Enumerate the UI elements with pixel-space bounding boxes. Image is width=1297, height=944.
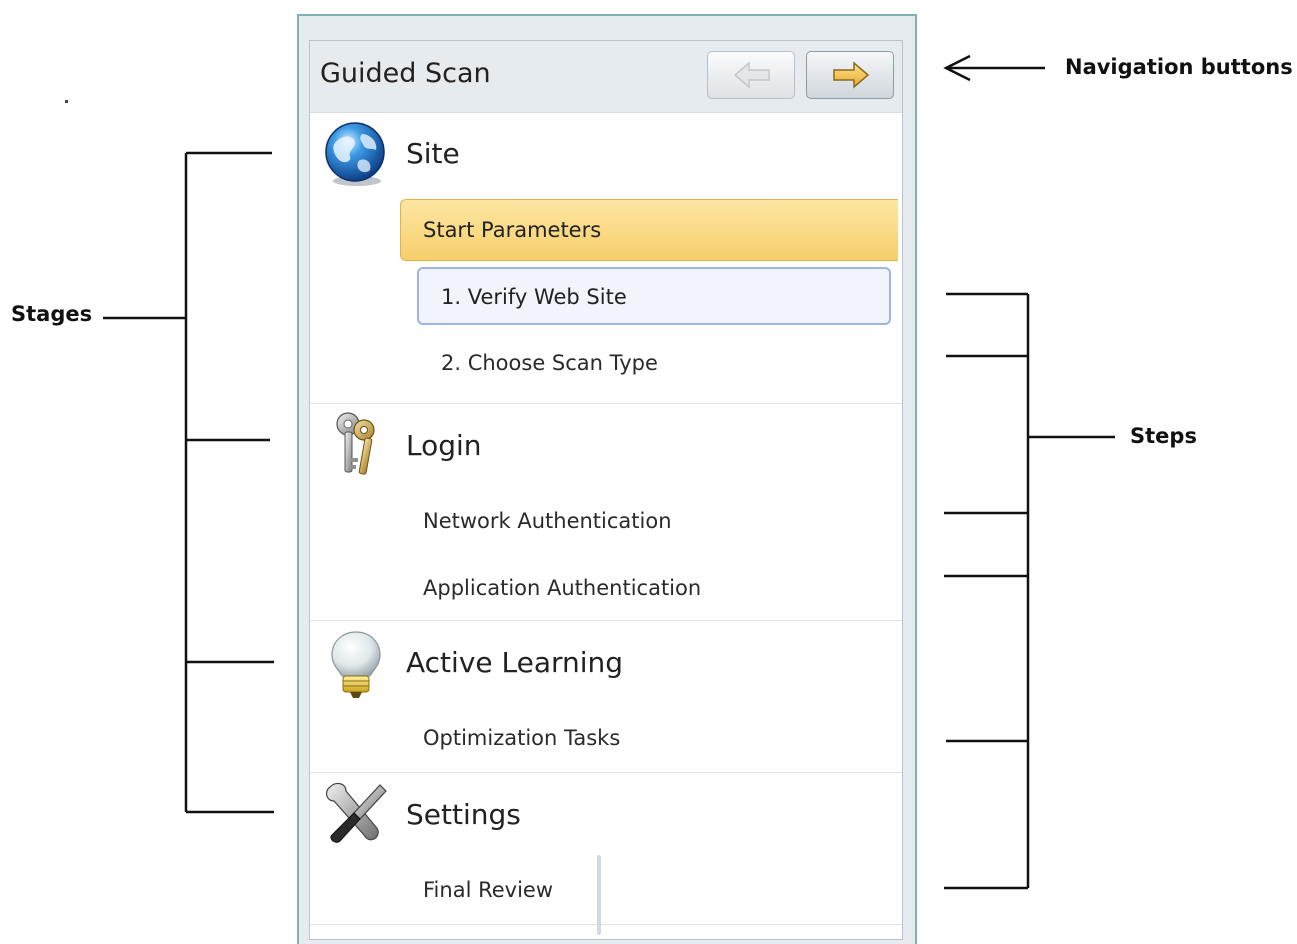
panel-title: Guided Scan (320, 58, 491, 89)
step-label: 1. Verify Web Site (441, 285, 627, 309)
forward-button[interactable] (806, 51, 894, 99)
panel-header: Guided Scan (310, 41, 902, 113)
lightbulb-icon (331, 631, 381, 698)
stage-settings: Settings Final Review (310, 772, 902, 925)
stages-annotation-label: Stages (11, 302, 93, 326)
step-optimization-tasks[interactable]: Optimization Tasks (423, 726, 620, 750)
stage-site: Site Start Parameters 1. Verify Web Site… (310, 113, 902, 404)
stage-label-site: Site (406, 137, 460, 170)
keys-icon (336, 412, 375, 475)
stage-label-settings: Settings (406, 798, 521, 831)
step-network-authentication[interactable]: Network Authentication (423, 509, 672, 533)
stage-label-login: Login (406, 429, 482, 462)
tools-icon (325, 782, 387, 843)
step-label: Start Parameters (423, 218, 602, 242)
stage-active-learning: Active Learning Optimization Tasks (310, 620, 902, 773)
step-start-parameters[interactable]: Start Parameters (400, 199, 898, 261)
guided-scan-panel: Guided Scan Site Start Parameters 1. Ver… (309, 40, 903, 940)
navigation-annotation-label: Navigation buttons (1065, 55, 1293, 79)
stage-login: Login Network Authentication Application… (310, 403, 902, 621)
step-final-review[interactable]: Final Review (423, 878, 553, 902)
stage-label-active-learning: Active Learning (406, 646, 624, 679)
step-application-authentication[interactable]: Application Authentication (423, 576, 701, 600)
steps-annotation-label: Steps (1130, 424, 1197, 448)
arrow-left-icon (733, 61, 770, 89)
arrow-right-icon (833, 61, 870, 89)
globe-icon (325, 122, 385, 186)
step-choose-scan-type[interactable]: 2. Choose Scan Type (441, 351, 658, 375)
stray-dot (65, 100, 68, 103)
back-button[interactable] (707, 51, 795, 99)
scrollbar[interactable] (597, 855, 601, 935)
step-verify-web-site[interactable]: 1. Verify Web Site (417, 267, 891, 325)
